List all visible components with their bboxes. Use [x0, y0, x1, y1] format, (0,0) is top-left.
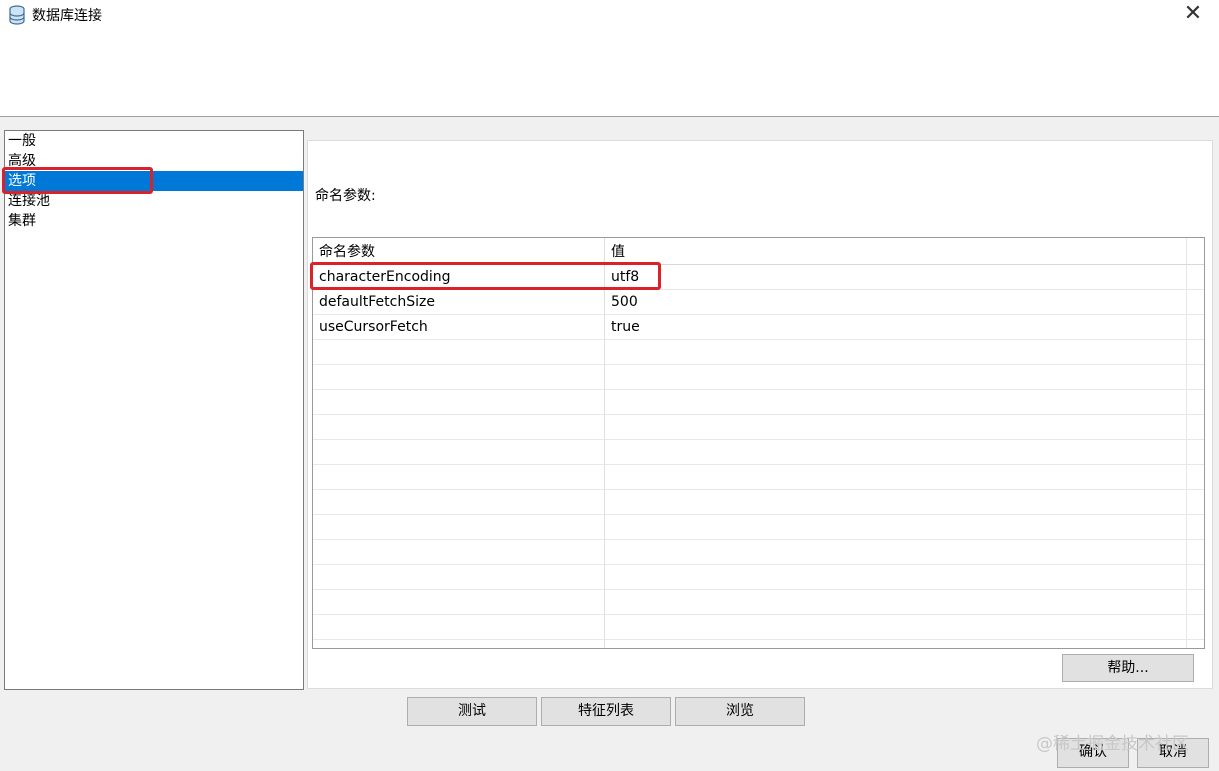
- watermark: @稀土掘金技术社区: [1036, 734, 1189, 754]
- empty-cell[interactable]: [605, 515, 1186, 539]
- param-value-cell[interactable]: utf8: [605, 265, 1186, 289]
- empty-cell[interactable]: [605, 490, 1186, 514]
- empty-cell[interactable]: [605, 390, 1186, 414]
- table-header: 命名参数 值: [313, 238, 1204, 265]
- param-name-cell[interactable]: defaultFetchSize: [313, 290, 605, 314]
- column-header-value[interactable]: 值: [605, 238, 1186, 264]
- empty-cell[interactable]: [605, 340, 1186, 364]
- empty-cell[interactable]: [313, 365, 605, 389]
- empty-row[interactable]: [313, 515, 1204, 540]
- empty-row[interactable]: [313, 565, 1204, 590]
- highlight-box-character-encoding: [310, 262, 661, 290]
- empty-cell[interactable]: [605, 465, 1186, 489]
- param-name-cell[interactable]: useCursorFetch: [313, 315, 605, 339]
- database-icon: [9, 5, 25, 25]
- params-table: 命名参数 值 characterEncoding utf8 defaultFet…: [312, 237, 1205, 649]
- empty-cell[interactable]: [313, 540, 605, 564]
- empty-cell[interactable]: [313, 340, 605, 364]
- empty-row[interactable]: [313, 340, 1204, 365]
- empty-row[interactable]: [313, 490, 1204, 515]
- empty-row[interactable]: [313, 465, 1204, 490]
- empty-row[interactable]: [313, 540, 1204, 565]
- empty-cell[interactable]: [605, 565, 1186, 589]
- empty-cell[interactable]: [313, 640, 605, 648]
- highlight-box-options: [2, 167, 153, 194]
- nav-item-cluster[interactable]: 集群: [5, 211, 303, 231]
- help-button[interactable]: 帮助...: [1062, 654, 1194, 682]
- empty-row[interactable]: [313, 365, 1204, 390]
- title-bar: 数据库连接 ✕: [0, 0, 1219, 117]
- empty-cell[interactable]: [605, 590, 1186, 614]
- empty-row[interactable]: [313, 590, 1204, 615]
- table-row[interactable]: defaultFetchSize 500: [313, 290, 1204, 315]
- empty-row[interactable]: [313, 390, 1204, 415]
- empty-row[interactable]: [313, 415, 1204, 440]
- empty-cell[interactable]: [313, 515, 605, 539]
- browse-button[interactable]: 浏览: [675, 697, 805, 726]
- table-row[interactable]: useCursorFetch true: [313, 315, 1204, 340]
- empty-cell[interactable]: [605, 640, 1186, 648]
- named-params-label: 命名参数:: [315, 188, 376, 204]
- empty-cell[interactable]: [605, 615, 1186, 639]
- param-value-cell[interactable]: true: [605, 315, 1186, 339]
- empty-row[interactable]: [313, 440, 1204, 465]
- empty-cell[interactable]: [605, 540, 1186, 564]
- nav-item-general[interactable]: 一般: [5, 131, 303, 151]
- param-value-cell[interactable]: 500: [605, 290, 1186, 314]
- close-icon: ✕: [1183, 1, 1203, 26]
- close-button[interactable]: ✕: [1181, 2, 1205, 26]
- empty-cell[interactable]: [313, 390, 605, 414]
- test-button[interactable]: 测试: [407, 697, 537, 726]
- empty-cell[interactable]: [313, 565, 605, 589]
- empty-cell[interactable]: [313, 590, 605, 614]
- empty-cell[interactable]: [313, 490, 605, 514]
- window-title: 数据库连接: [32, 8, 102, 24]
- settings-nav-list: 一般 高级 选项 连接池 集群: [4, 130, 304, 690]
- empty-cell[interactable]: [313, 465, 605, 489]
- empty-row[interactable]: [313, 640, 1204, 648]
- empty-cell[interactable]: [313, 415, 605, 439]
- empty-cell[interactable]: [605, 365, 1186, 389]
- empty-cell[interactable]: [313, 615, 605, 639]
- empty-cell[interactable]: [605, 440, 1186, 464]
- empty-cell[interactable]: [313, 440, 605, 464]
- empty-row[interactable]: [313, 615, 1204, 640]
- feature-list-button[interactable]: 特征列表: [541, 697, 671, 726]
- nav-item-pooling[interactable]: 连接池: [5, 191, 303, 211]
- empty-cell[interactable]: [605, 415, 1186, 439]
- column-header-name[interactable]: 命名参数: [313, 238, 605, 264]
